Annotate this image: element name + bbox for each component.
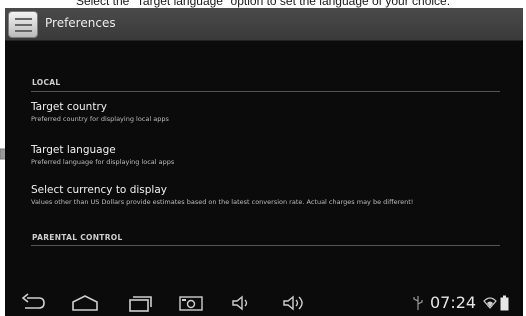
pref-item-target-language[interactable]: Target language Preferred language for d… (31, 144, 501, 166)
status-clock: 07:24 (430, 293, 477, 312)
pref-summary: Preferred country for displaying local a… (31, 115, 169, 123)
navigation-bar: 07:24 (5, 291, 523, 316)
pref-title: Select currency to display (31, 184, 167, 196)
section-divider (31, 245, 500, 246)
instruction-caption: Select the "Target language" option to s… (75, 0, 451, 8)
wifi-icon (483, 297, 497, 309)
device-screen: Preferences LOCAL Target country Preferr… (5, 8, 523, 316)
battery-icon (500, 295, 509, 311)
recent-apps-icon[interactable] (127, 293, 153, 313)
pref-title: Target language (31, 144, 116, 156)
section-header-local: LOCAL (32, 78, 61, 87)
pref-summary: Values other than US Dollars provide est… (31, 198, 414, 206)
volume-down-icon[interactable] (230, 293, 254, 313)
section-header-parental-control: PARENTAL CONTROL (32, 233, 123, 242)
action-bar: Preferences (5, 8, 523, 41)
back-icon[interactable] (19, 293, 47, 313)
page-title: Preferences (45, 16, 116, 30)
home-icon[interactable] (70, 293, 100, 313)
app-logo-icon (15, 18, 32, 32)
section-divider (31, 91, 500, 92)
pref-item-target-country[interactable]: Target country Preferred country for dis… (31, 101, 501, 123)
volume-up-icon[interactable] (281, 293, 309, 313)
usb-icon (413, 296, 423, 310)
pref-summary: Preferred language for displaying local … (31, 158, 175, 166)
pref-item-currency[interactable]: Select currency to display Values other … (31, 184, 501, 206)
app-icon[interactable] (8, 11, 38, 38)
pref-title: Target country (31, 101, 107, 113)
screenshot-icon[interactable] (178, 293, 204, 313)
